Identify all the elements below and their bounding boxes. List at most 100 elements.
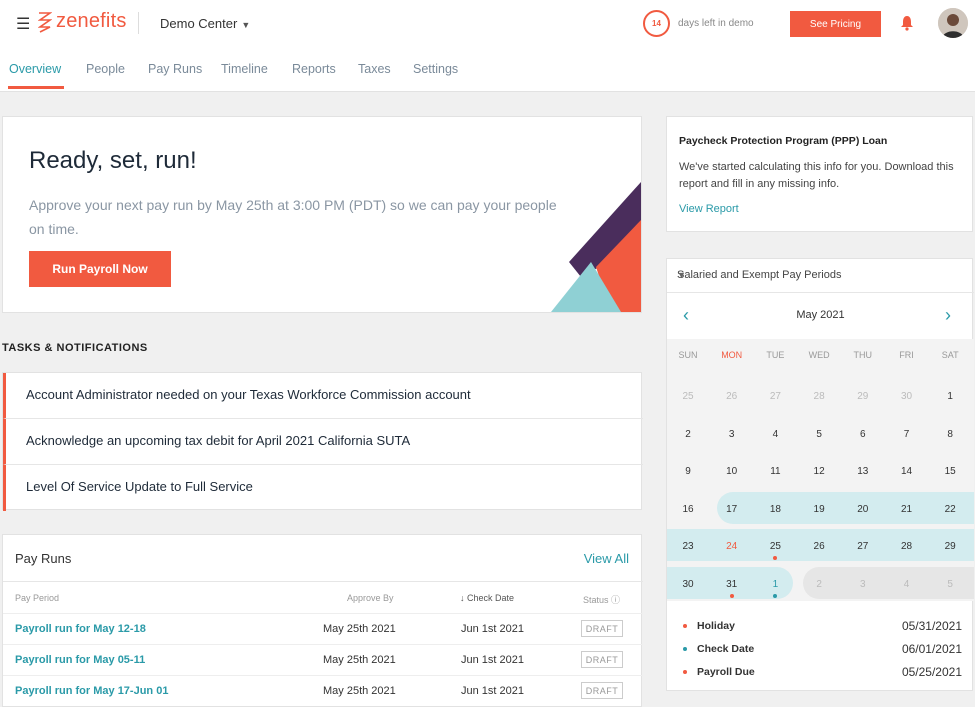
menu-icon[interactable]: ☰ bbox=[16, 14, 30, 34]
calendar-day[interactable]: 30 bbox=[668, 579, 708, 590]
calendar-day[interactable]: 22 bbox=[930, 504, 970, 515]
calendar-day[interactable]: 11 bbox=[755, 466, 795, 477]
calendar-day[interactable]: 25 bbox=[755, 541, 795, 552]
check-date: Jun 1st 2021 bbox=[461, 623, 524, 635]
calendar-day[interactable]: 18 bbox=[755, 504, 795, 515]
column-header-status[interactable]: Status ⓘ bbox=[583, 593, 620, 606]
calendar-day[interactable]: 5 bbox=[799, 429, 839, 440]
hero-subtitle: Approve your next pay run by May 25th at… bbox=[29, 197, 557, 237]
days-left-count: 14 bbox=[652, 19, 661, 28]
calendar-day[interactable]: 27 bbox=[843, 541, 883, 552]
see-pricing-button[interactable]: See Pricing bbox=[790, 11, 881, 37]
tab-pay-runs[interactable]: Pay Runs bbox=[148, 62, 202, 76]
calendar-day[interactable]: 3 bbox=[712, 429, 752, 440]
calendar-day[interactable]: 9 bbox=[668, 466, 708, 477]
legend-label: Check Date bbox=[697, 643, 755, 655]
table-row: Payroll run for May 05-11 May 25th 2021 … bbox=[3, 644, 643, 675]
tab-settings[interactable]: Settings bbox=[413, 62, 458, 76]
calendar-day[interactable]: 23 bbox=[668, 541, 708, 552]
pay-period-select[interactable]: Salaried and Exempt Pay Periods ▼ bbox=[667, 259, 974, 293]
column-header-pay-period[interactable]: Pay Period bbox=[15, 593, 59, 603]
calendar-day[interactable]: 7 bbox=[887, 429, 927, 440]
task-item[interactable]: Level Of Service Update to Full Service bbox=[3, 465, 643, 511]
calendar-day[interactable]: 19 bbox=[799, 504, 839, 515]
tab-people[interactable]: People bbox=[86, 62, 125, 76]
calendar-day[interactable]: 2 bbox=[799, 579, 839, 590]
avatar[interactable] bbox=[938, 8, 968, 38]
pay-period-link[interactable]: Payroll run for May 05-11 bbox=[15, 654, 145, 666]
hero-title: Ready, set, run! bbox=[29, 147, 197, 174]
calendar-day[interactable]: 16 bbox=[668, 504, 708, 515]
calendar-day[interactable]: 13 bbox=[843, 466, 883, 477]
calendar-day[interactable]: 4 bbox=[755, 429, 795, 440]
calendar-day[interactable]: 20 bbox=[843, 504, 883, 515]
pay-runs-title: Pay Runs bbox=[15, 551, 72, 566]
pay-period-link[interactable]: Payroll run for May 12-18 bbox=[15, 623, 146, 635]
calendar-day[interactable]: 3 bbox=[843, 579, 883, 590]
calendar-day[interactable]: 29 bbox=[843, 391, 883, 402]
pay-runs-card: Pay Runs View All Pay Period Approve By … bbox=[2, 534, 643, 707]
calendar-day[interactable]: 28 bbox=[887, 541, 927, 552]
calendar-day[interactable]: 14 bbox=[887, 466, 927, 477]
legend-item-check-date: Check Date 06/01/2021 bbox=[667, 640, 974, 662]
tab-overview[interactable]: Overview bbox=[9, 62, 61, 76]
task-item[interactable]: Acknowledge an upcoming tax debit for Ap… bbox=[3, 419, 643, 465]
calendar-day[interactable]: 5 bbox=[930, 579, 970, 590]
chevron-down-icon: ▼ bbox=[241, 20, 251, 30]
check-date: Jun 1st 2021 bbox=[461, 685, 524, 697]
column-header-approve-by[interactable]: Approve By bbox=[347, 593, 394, 603]
calendar-day[interactable]: 28 bbox=[799, 391, 839, 402]
zenefits-logo[interactable]: zenefits bbox=[38, 10, 127, 33]
calendar-day[interactable]: 4 bbox=[887, 579, 927, 590]
tab-taxes[interactable]: Taxes bbox=[358, 62, 391, 76]
calendar-day[interactable]: 6 bbox=[843, 429, 883, 440]
table-row: Payroll run for May 17-Jun 01 May 25th 2… bbox=[3, 675, 643, 706]
calendar-day[interactable]: 25 bbox=[668, 391, 708, 402]
chevron-right-icon[interactable]: › bbox=[945, 305, 951, 326]
table-row: Payroll run for May 12-18 May 25th 2021 … bbox=[3, 613, 643, 644]
calendar-day[interactable]: 15 bbox=[930, 466, 970, 477]
approve-by: May 25th 2021 bbox=[323, 623, 396, 635]
calendar-day[interactable]: 26 bbox=[799, 541, 839, 552]
calendar-day[interactable]: 21 bbox=[887, 504, 927, 515]
bell-icon[interactable] bbox=[900, 15, 914, 31]
chevron-down-icon: ▼ bbox=[677, 270, 686, 280]
view-all-link[interactable]: View All bbox=[584, 551, 629, 566]
weekday-header: THU bbox=[853, 350, 873, 360]
tab-reports[interactable]: Reports bbox=[292, 62, 336, 76]
weekday-header: SAT bbox=[941, 350, 959, 360]
task-item[interactable]: Account Administrator needed on your Tex… bbox=[3, 373, 643, 419]
tab-timeline[interactable]: Timeline bbox=[221, 62, 268, 76]
weekday-header: FRI bbox=[899, 350, 914, 360]
decorative-illustration bbox=[551, 182, 641, 312]
chevron-left-icon[interactable]: ‹ bbox=[683, 305, 689, 326]
view-report-link[interactable]: View Report bbox=[679, 203, 739, 215]
weekday-header: SUN bbox=[678, 350, 698, 360]
calendar-day[interactable]: 29 bbox=[930, 541, 970, 552]
calendar-day[interactable]: 1 bbox=[755, 579, 795, 590]
calendar-day[interactable]: 30 bbox=[887, 391, 927, 402]
task-label: Acknowledge an upcoming tax debit for Ap… bbox=[26, 433, 411, 448]
calendar-day[interactable]: 10 bbox=[712, 466, 752, 477]
run-payroll-button[interactable]: Run Payroll Now bbox=[29, 251, 171, 287]
user-avatar-icon bbox=[938, 8, 968, 38]
calendar-day[interactable]: 26 bbox=[712, 391, 752, 402]
check-date-label: Check Date bbox=[467, 593, 515, 603]
calendar-day[interactable]: 17 bbox=[712, 504, 752, 515]
check-date-marker bbox=[773, 593, 778, 598]
calendar-day[interactable]: 24 bbox=[712, 541, 752, 552]
calendar-day[interactable]: 1 bbox=[930, 391, 970, 402]
column-header-check-date[interactable]: ↓ Check Date bbox=[460, 593, 514, 603]
calendar-day[interactable]: 12 bbox=[799, 466, 839, 477]
pay-period-calendar: Salaried and Exempt Pay Periods ▼ May 20… bbox=[666, 258, 974, 691]
company-switcher[interactable]: Demo Center ▼ bbox=[160, 16, 250, 31]
status-badge: DRAFT bbox=[581, 682, 623, 699]
weekday-header: MON bbox=[721, 350, 743, 360]
task-label: Account Administrator needed on your Tex… bbox=[26, 387, 471, 402]
calendar-day[interactable]: 27 bbox=[755, 391, 795, 402]
calendar-day[interactable]: 31 bbox=[712, 579, 752, 590]
status-badge: DRAFT bbox=[581, 651, 623, 668]
calendar-day[interactable]: 8 bbox=[930, 429, 970, 440]
pay-period-link[interactable]: Payroll run for May 17-Jun 01 bbox=[15, 685, 168, 697]
calendar-day[interactable]: 2 bbox=[668, 429, 708, 440]
